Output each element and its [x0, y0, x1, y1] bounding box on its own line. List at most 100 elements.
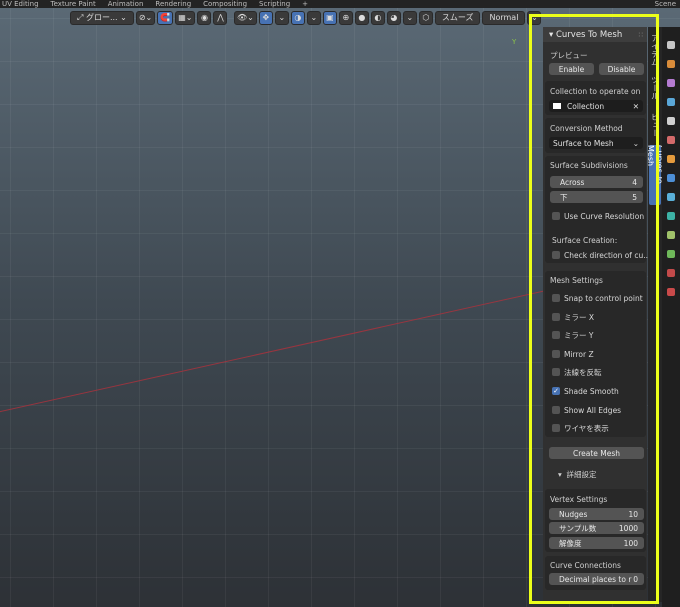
material-icon[interactable]: [667, 269, 675, 277]
collection-label: Collection to operate on: [550, 87, 641, 96]
tab-rendering[interactable]: Rendering: [155, 0, 191, 8]
down-field[interactable]: 下 5: [550, 191, 643, 203]
overlay-dropdown[interactable]: ⌄: [306, 10, 321, 25]
show-wire-checkbox[interactable]: ワイヤを表示: [552, 422, 609, 434]
across-field[interactable]: Across 4: [550, 176, 643, 188]
shading-solid-icon[interactable]: ●: [354, 10, 369, 25]
snap-checkbox[interactable]: Snap to control point: [552, 292, 643, 304]
checkbox-icon: [552, 368, 560, 376]
snap-target-icon[interactable]: ▦⌄: [175, 10, 196, 25]
shading-dropdown[interactable]: ⌄: [402, 10, 417, 25]
vertex-settings-label: Vertex Settings: [550, 495, 608, 504]
conversion-label: Conversion Method: [550, 124, 623, 133]
checkbox-icon: [552, 331, 560, 339]
properties-icon-strip: [662, 27, 680, 607]
flip-normals-checkbox[interactable]: 法線を反転: [552, 366, 602, 378]
mirror-x-checkbox[interactable]: ミラー X: [552, 311, 594, 323]
texture-icon[interactable]: [667, 288, 675, 296]
shading-rendered-icon[interactable]: ◕: [386, 10, 401, 25]
snap-toggle[interactable]: 🧲: [157, 10, 174, 25]
checkbox-icon: [552, 406, 560, 414]
view-layer-icon[interactable]: [667, 98, 675, 106]
mesh-settings-label: Mesh Settings: [550, 276, 603, 285]
shading-smooth-button[interactable]: スムーズ: [434, 10, 481, 25]
pivot-dropdown[interactable]: ⊘⌄: [135, 10, 156, 25]
create-mesh-button[interactable]: Create Mesh: [549, 447, 644, 459]
physics-icon[interactable]: [667, 212, 675, 220]
advanced-settings-toggle[interactable]: ▾ 詳細設定: [558, 469, 597, 480]
object-icon[interactable]: [667, 155, 675, 163]
orientation-icon: ⤢: [77, 12, 86, 22]
collection-icon: [553, 103, 561, 109]
nudges-field[interactable]: Nudges 10: [549, 508, 644, 520]
clear-icon[interactable]: ✕: [633, 102, 639, 111]
surface-creation-label: Surface Creation:: [552, 236, 618, 245]
workspace-tabs: UV Editing Texture Paint Animation Rende…: [0, 0, 680, 8]
tab-scripting[interactable]: Scripting: [259, 0, 290, 8]
visibility-icon[interactable]: 👁⌄: [234, 10, 257, 25]
subdivisions-label: Surface Subdivisions: [550, 161, 628, 170]
collapse-arrow-icon: ▾: [558, 470, 567, 479]
tab-animation[interactable]: Animation: [108, 0, 144, 8]
add-workspace-button[interactable]: +: [302, 0, 308, 8]
collection-field[interactable]: Collection ✕: [549, 100, 643, 112]
cube-icon[interactable]: ⬡: [418, 10, 433, 25]
y-axis-gizmo[interactable]: Y: [512, 38, 516, 46]
checkbox-icon: [552, 424, 560, 432]
scene-selector[interactable]: Scene: [655, 0, 676, 8]
shading-wire-icon[interactable]: ⊕: [338, 10, 353, 25]
tab-compositing[interactable]: Compositing: [203, 0, 247, 8]
tab-tool[interactable]: ツール: [649, 73, 661, 103]
drag-handle-icon[interactable]: ∷: [639, 31, 643, 39]
panel-header[interactable]: ▾ Curves To Mesh ∷: [543, 27, 647, 42]
tab-view[interactable]: ビュー: [649, 111, 661, 139]
tab-item[interactable]: アイテム: [649, 33, 661, 67]
particles-icon[interactable]: [667, 193, 675, 201]
use-curve-resolution-checkbox[interactable]: Use Curve Resolution: [552, 210, 644, 222]
check-direction-checkbox[interactable]: Check direction of cu...: [552, 249, 650, 261]
overlay-toggle[interactable]: ◑: [290, 10, 305, 25]
gizmo-dropdown[interactable]: ⌄: [274, 10, 289, 25]
shading-material-icon[interactable]: ◐: [370, 10, 385, 25]
samples-field[interactable]: サンプル数 1000: [549, 522, 644, 534]
normal-button[interactable]: Normal: [482, 10, 526, 25]
tab-uv-editing[interactable]: UV Editing: [2, 0, 39, 8]
checkbox-icon: [552, 350, 560, 358]
chevron-down-icon: ⌄: [632, 138, 639, 148]
gizmo-toggle[interactable]: ✥: [258, 10, 273, 25]
normal-dropdown[interactable]: ⌄: [527, 10, 542, 25]
chevron-down-icon: ⌄: [117, 13, 127, 22]
transform-orientation-dropdown[interactable]: ⤢ グロー... ⌄: [70, 10, 134, 25]
collapse-arrow-icon: ▾: [549, 29, 556, 40]
falloff-icon[interactable]: ⋀: [213, 10, 228, 25]
checkbox-icon: [552, 313, 560, 321]
decimal-places-field[interactable]: Decimal places to r 0: [549, 573, 644, 585]
panel-title: Curves To Mesh: [555, 29, 623, 40]
tab-texture-paint[interactable]: Texture Paint: [51, 0, 96, 8]
data-icon[interactable]: [667, 250, 675, 258]
viewport-header-right: 👁⌄ ✥ ⌄ ◑ ⌄ ▣ ⊕ ● ◐ ◕ ⌄ ⬡ スムーズ Normal ⌄: [234, 10, 542, 25]
curve-connections-label: Curve Connections: [550, 561, 621, 570]
conversion-method-dropdown[interactable]: Surface to Mesh ⌄: [549, 137, 643, 149]
shade-smooth-checkbox[interactable]: ✓ Shade Smooth: [552, 385, 619, 397]
tool-icon[interactable]: [667, 41, 675, 49]
output-icon[interactable]: [667, 79, 675, 87]
checkbox-icon: [552, 251, 560, 259]
mirror-z-checkbox[interactable]: Mirror Z: [552, 348, 594, 360]
viewport-header: ⤢ グロー... ⌄ ⊘⌄ 🧲 ▦⌄ ◉ ⋀: [70, 10, 228, 25]
proportional-edit-icon[interactable]: ◉: [197, 10, 212, 25]
xray-toggle[interactable]: ▣: [322, 10, 337, 25]
disable-button[interactable]: Disable: [599, 63, 644, 75]
constraints-icon[interactable]: [667, 231, 675, 239]
render-icon[interactable]: [667, 60, 675, 68]
show-all-edges-checkbox[interactable]: Show All Edges: [552, 404, 621, 416]
checkbox-icon: [552, 212, 560, 220]
resolution-field[interactable]: 解像度 100: [549, 537, 644, 549]
world-icon[interactable]: [667, 136, 675, 144]
modifier-icon[interactable]: [667, 174, 675, 182]
mirror-y-checkbox[interactable]: ミラー Y: [552, 329, 593, 341]
sidebar-tabs: アイテム ツール ビュー Curves To Mesh: [646, 27, 664, 602]
scene-icon[interactable]: [667, 117, 675, 125]
tab-curves-to-mesh[interactable]: Curves To Mesh: [646, 145, 664, 205]
enable-button[interactable]: Enable: [549, 63, 594, 75]
